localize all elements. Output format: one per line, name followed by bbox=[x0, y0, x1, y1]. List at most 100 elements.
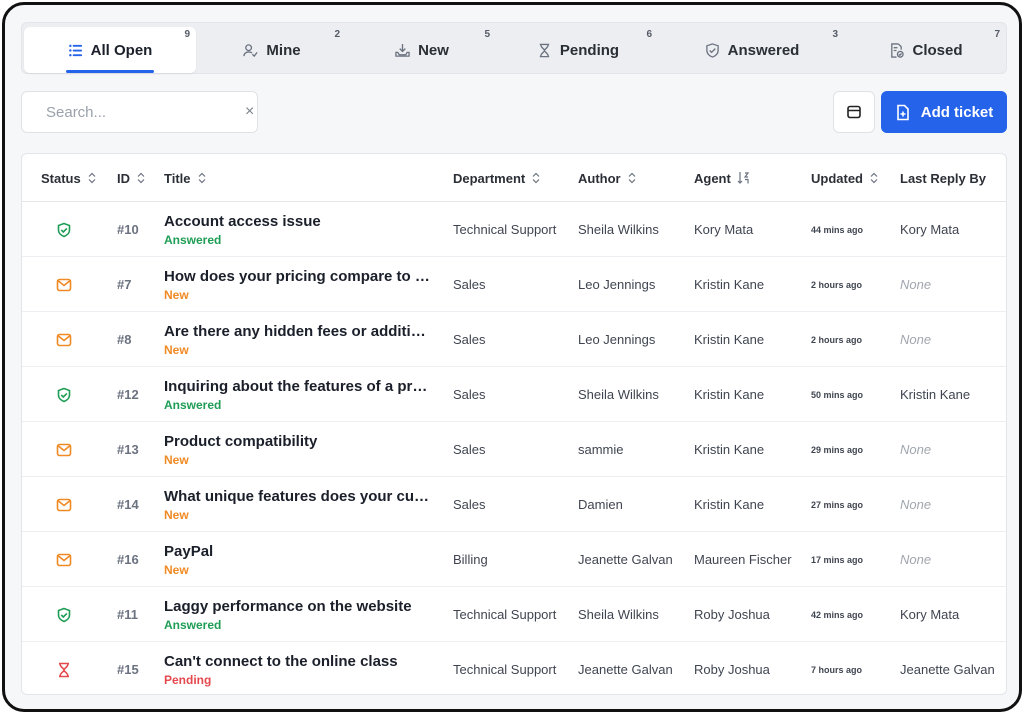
column-header-department[interactable]: Department bbox=[453, 154, 541, 202]
ticket-agent: Roby Joshua bbox=[694, 662, 770, 677]
add-ticket-label: Add ticket bbox=[920, 103, 994, 121]
tab-label: All Open bbox=[90, 41, 153, 59]
envelope-icon bbox=[54, 257, 74, 312]
view-toggle-button[interactable] bbox=[833, 91, 875, 133]
hourglass-icon bbox=[54, 642, 74, 694]
envelope-icon bbox=[54, 477, 74, 532]
table-row[interactable]: #12 Inquiring about the features of a pr… bbox=[22, 367, 1006, 422]
ticket-department: Sales bbox=[453, 332, 486, 347]
column-label: Updated bbox=[811, 170, 863, 186]
tab-label: Pending bbox=[559, 41, 620, 59]
ticket-title[interactable]: Can't connect to the online class bbox=[164, 653, 434, 670]
ticket-agent: Kristin Kane bbox=[694, 497, 765, 512]
tab-label: New bbox=[418, 41, 449, 59]
ticket-title-cell: PayPal New bbox=[164, 532, 434, 587]
column-header-status[interactable]: Status bbox=[41, 154, 97, 202]
ticket-id: #12 bbox=[117, 387, 139, 402]
ticket-department: Sales bbox=[453, 277, 486, 292]
ticket-department: Sales bbox=[453, 387, 486, 402]
ticket-agent: Kory Mata bbox=[694, 222, 754, 237]
table-row[interactable]: #7 How does your pricing compare to your… bbox=[22, 257, 1006, 312]
tab-count: 2 bbox=[334, 29, 340, 40]
ticket-department: Sales bbox=[453, 442, 486, 457]
tab-count: 5 bbox=[484, 29, 490, 40]
ticket-title[interactable]: Are there any hidden fees or additional … bbox=[164, 323, 434, 340]
ticket-agent: Kristin Kane bbox=[694, 277, 765, 292]
ticket-title-cell: Are there any hidden fees or additional … bbox=[164, 312, 434, 367]
ticket-agent: Kristin Kane bbox=[694, 332, 765, 347]
ticket-department: Technical Support bbox=[453, 222, 557, 237]
column-header-title[interactable]: Title bbox=[164, 154, 207, 202]
inbox-download-icon bbox=[395, 43, 410, 57]
document-check-icon bbox=[891, 42, 905, 58]
tab-new[interactable]: New 5 bbox=[348, 27, 496, 73]
table-row[interactable]: #15 Can't connect to the online class Pe… bbox=[22, 642, 1006, 694]
table-row[interactable]: #10 Account access issue Answered Techni… bbox=[22, 202, 1006, 257]
column-label: Last Reply By bbox=[900, 170, 986, 186]
envelope-icon bbox=[54, 532, 74, 587]
ticket-updated: 7 hours ago bbox=[811, 664, 863, 675]
tab-count: 6 bbox=[646, 29, 652, 40]
ticket-updated: 17 mins ago bbox=[811, 554, 864, 565]
table-row[interactable]: #11 Laggy performance on the website Ans… bbox=[22, 587, 1006, 642]
ticket-author: Sheila Wilkins bbox=[578, 222, 659, 237]
table-row[interactable]: #13 Product compatibility New Sales samm… bbox=[22, 422, 1006, 477]
column-header-last-reply[interactable]: Last Reply By bbox=[900, 154, 986, 202]
ticket-title-cell: Can't connect to the online class Pendin… bbox=[164, 642, 434, 694]
ticket-title-cell: How does your pricing compare to your co… bbox=[164, 257, 434, 312]
column-header-updated[interactable]: Updated bbox=[811, 154, 879, 202]
column-header-author[interactable]: Author bbox=[578, 154, 637, 202]
ticket-id: #8 bbox=[117, 332, 132, 347]
add-ticket-button[interactable]: Add ticket bbox=[881, 91, 1007, 133]
ticket-agent: Kristin Kane bbox=[694, 387, 765, 402]
sort-icon bbox=[198, 172, 205, 184]
ticket-department: Sales bbox=[453, 497, 486, 512]
ticket-title-cell: Inquiring about the features of a produc… bbox=[164, 367, 434, 422]
envelope-icon bbox=[54, 312, 74, 367]
tab-pending[interactable]: Pending 6 bbox=[498, 27, 658, 73]
ticket-id: #7 bbox=[117, 277, 132, 292]
ticket-title[interactable]: What unique features does your customer … bbox=[164, 488, 434, 505]
ticket-updated: 27 mins ago bbox=[811, 499, 864, 510]
status-badge: Pending bbox=[164, 672, 212, 687]
status-badge: New bbox=[164, 452, 189, 467]
tab-closed[interactable]: Closed 7 bbox=[846, 27, 1006, 73]
table-row[interactable]: #8 Are there any hidden fees or addition… bbox=[22, 312, 1006, 367]
column-label: Department bbox=[453, 170, 526, 186]
ticket-title[interactable]: PayPal bbox=[164, 543, 434, 560]
table-row[interactable]: #16 PayPal New Billing Jeanette Galvan M… bbox=[22, 532, 1006, 587]
ticket-id: #13 bbox=[117, 442, 139, 457]
tab-mine[interactable]: Mine 2 bbox=[198, 27, 346, 73]
tab-count: 9 bbox=[184, 29, 190, 40]
status-badge: Answered bbox=[164, 617, 222, 632]
ticket-last-reply: Kory Mata bbox=[900, 607, 960, 622]
table-row[interactable]: #14 What unique features does your custo… bbox=[22, 477, 1006, 532]
ticket-author: Jeanette Galvan bbox=[578, 552, 673, 567]
column-label: Author bbox=[578, 170, 621, 186]
ticket-title[interactable]: Inquiring about the features of a produc… bbox=[164, 378, 434, 395]
ticket-last-reply: Kristin Kane bbox=[900, 387, 971, 402]
active-tab-indicator bbox=[66, 70, 154, 73]
tab-answered[interactable]: Answered 3 bbox=[660, 27, 844, 73]
column-header-id[interactable]: ID bbox=[117, 154, 146, 202]
sort-icon bbox=[628, 172, 636, 184]
ticket-title[interactable]: Account access issue bbox=[164, 213, 434, 230]
card-view-icon bbox=[847, 105, 861, 119]
ticket-title[interactable]: How does your pricing compare to your co… bbox=[164, 268, 434, 285]
column-label: Title bbox=[164, 170, 191, 186]
clear-search-icon[interactable]: × bbox=[245, 103, 254, 121]
ticket-title[interactable]: Laggy performance on the website bbox=[164, 598, 434, 615]
ticket-last-reply: None bbox=[900, 442, 932, 457]
table-header: Status ID Title Department Author Agent bbox=[22, 154, 1006, 202]
column-header-agent[interactable]: Agent bbox=[694, 154, 751, 202]
shield-check-icon bbox=[54, 202, 74, 257]
ticket-title[interactable]: Product compatibility bbox=[164, 433, 434, 450]
ticket-id: #11 bbox=[117, 607, 138, 622]
tab-all-open[interactable]: All Open 9 bbox=[24, 27, 196, 73]
ticket-author: Leo Jennings bbox=[578, 277, 656, 292]
ticket-last-reply: None bbox=[900, 332, 932, 347]
ticket-last-reply: Jeanette Galvan bbox=[900, 662, 995, 677]
ticket-department: Technical Support bbox=[453, 662, 557, 677]
search-input[interactable] bbox=[46, 103, 245, 121]
ticket-updated: 2 hours ago bbox=[811, 279, 863, 290]
